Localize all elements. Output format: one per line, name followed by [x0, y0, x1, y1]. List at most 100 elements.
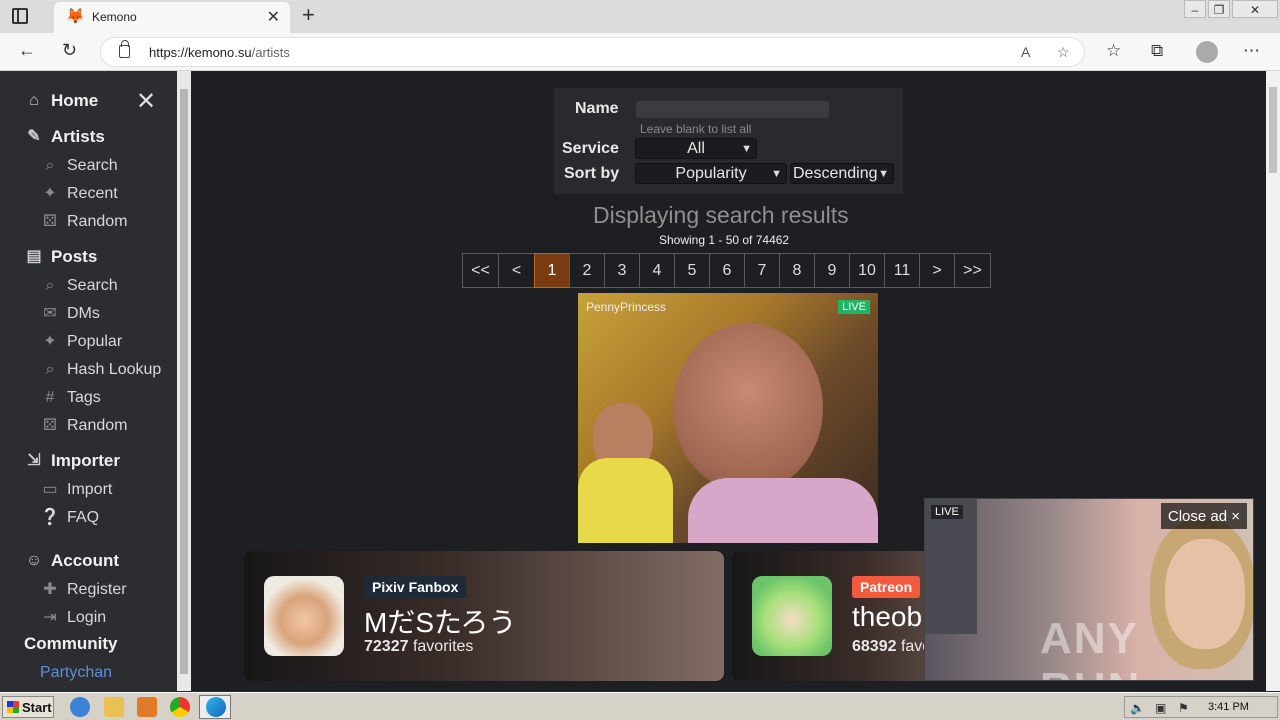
- sidebar-posts-popular[interactable]: ✦ Popular: [40, 330, 122, 354]
- ie-icon[interactable]: [70, 697, 90, 717]
- artist-card[interactable]: Pixiv Fanbox MだSたろう 72327 favorites: [244, 551, 724, 681]
- pagination-page[interactable]: 4: [639, 253, 675, 288]
- sidebar-partychan-link[interactable]: Partychan: [40, 664, 112, 682]
- hash-icon: #: [45, 389, 55, 406]
- pagination-first[interactable]: <<: [462, 253, 499, 288]
- pagination-page[interactable]: 1: [534, 253, 570, 288]
- sidebar-artists[interactable]: ✎ Artists: [24, 125, 105, 149]
- new-tab-icon[interactable]: +: [302, 2, 315, 28]
- pagination: << < 1 2 3 4 5 6 7 8 9 10 11 > >>: [462, 253, 991, 288]
- browser-tab[interactable]: 🦊 Kemono ✕: [54, 2, 290, 33]
- sidebar-close-icon[interactable]: ✕: [136, 90, 156, 114]
- close-icon: ×: [1231, 507, 1240, 525]
- page-scrollbar-thumb[interactable]: [1269, 87, 1277, 173]
- sidebar-artists-search[interactable]: ⌕ Search: [40, 154, 118, 178]
- ad-live-badge: LIVE: [931, 505, 963, 519]
- sidebar-posts[interactable]: ▤ Posts: [24, 245, 97, 269]
- sparkle-icon: ✦: [43, 333, 57, 350]
- sidebar-posts-random[interactable]: ⚄ Random: [40, 414, 127, 438]
- sort-label: Sort by: [564, 165, 620, 182]
- sidebar-posts-dms[interactable]: ✉ DMs: [40, 302, 100, 326]
- sidebar-scrollbar[interactable]: [177, 71, 191, 691]
- floating-video-ad[interactable]: LIVE Close ad × ANY RUN: [924, 498, 1254, 681]
- pagination-page[interactable]: 6: [709, 253, 745, 288]
- sidebar-posts-tags[interactable]: # Tags: [40, 386, 101, 410]
- sidebar-scrollbar-thumb[interactable]: [180, 89, 188, 674]
- media-player-icon[interactable]: [137, 697, 157, 717]
- explorer-icon[interactable]: [104, 697, 124, 717]
- volume-icon[interactable]: 🔈: [1130, 701, 1145, 715]
- artist-avatar: [264, 576, 344, 656]
- window-close-icon[interactable]: ✕: [1232, 0, 1278, 18]
- sidebar-account[interactable]: ☺ Account: [24, 549, 119, 573]
- ad-live-badge: LIVE: [838, 300, 870, 314]
- home-icon: ⌂: [29, 92, 39, 109]
- profile-avatar-icon[interactable]: [1196, 41, 1218, 63]
- order-select[interactable]: Descending ▼: [790, 163, 894, 184]
- pagination-page[interactable]: 11: [884, 253, 920, 288]
- chrome-icon[interactable]: [170, 697, 190, 717]
- minimize-icon[interactable]: –: [1184, 0, 1206, 18]
- artists-icon: ✎: [27, 128, 41, 145]
- ad-image-face: [673, 323, 823, 493]
- sidebar-importer-faq[interactable]: ❔ FAQ: [40, 506, 99, 530]
- sidebar-posts-hash-lookup[interactable]: ⌕ Hash Lookup: [40, 358, 162, 382]
- url-field[interactable]: https://kemono.su/artists A ☆: [100, 37, 1085, 67]
- name-hint: Leave blank to list all: [640, 122, 752, 136]
- pagination-page[interactable]: 9: [814, 253, 850, 288]
- results-title: Displaying search results: [593, 202, 849, 228]
- sidebar-account-login[interactable]: ⇥ Login: [40, 606, 106, 630]
- sidebar-artists-recent[interactable]: ✦ Recent: [40, 182, 117, 206]
- pagination-page[interactable]: 2: [569, 253, 605, 288]
- sidebar-home[interactable]: ⌂ Home: [24, 89, 98, 113]
- pagination-prev[interactable]: <: [498, 253, 535, 288]
- sidebar-importer-import[interactable]: ▭ Import: [40, 478, 112, 502]
- back-icon[interactable]: ←: [18, 40, 36, 61]
- sidebar-account-register[interactable]: ✚ Register: [40, 578, 126, 602]
- edge-taskbar-button[interactable]: [199, 695, 231, 719]
- action-center-flag-icon[interactable]: ⚑: [1178, 701, 1189, 715]
- tab-close-icon[interactable]: ✕: [267, 7, 280, 27]
- refresh-icon[interactable]: ↻: [62, 40, 77, 61]
- pagination-page[interactable]: 7: [744, 253, 780, 288]
- page-scrollbar[interactable]: [1266, 71, 1280, 691]
- sort-select[interactable]: Popularity ▼: [635, 163, 787, 184]
- video-ad-banner[interactable]: PennyPrincess LIVE: [578, 293, 878, 543]
- name-input[interactable]: [636, 101, 829, 118]
- pagination-page[interactable]: 10: [849, 253, 885, 288]
- restore-icon[interactable]: ❐: [1208, 0, 1230, 18]
- read-aloud-icon[interactable]: A: [1021, 44, 1030, 60]
- sidebar-posts-search[interactable]: ⌕ Search: [40, 274, 118, 298]
- add-favorite-icon[interactable]: ☆: [1057, 44, 1070, 61]
- collections-icon[interactable]: ⧉: [1151, 41, 1163, 61]
- pagination-page[interactable]: 8: [779, 253, 815, 288]
- chevron-down-icon: ▼: [878, 167, 889, 180]
- sidebar-artists-random[interactable]: ⚄ Random: [40, 210, 127, 234]
- pagination-last[interactable]: >>: [954, 253, 991, 288]
- tab-title: Kemono: [92, 10, 137, 24]
- tab-bar: 🦊 Kemono ✕ + – ❐ ✕: [0, 0, 1280, 33]
- network-icon[interactable]: ▣: [1155, 701, 1166, 715]
- register-icon: ✚: [43, 581, 57, 598]
- sidebar-importer[interactable]: ⇲ Importer: [24, 449, 120, 473]
- artist-name: theob: [852, 601, 923, 632]
- name-label: Name: [575, 100, 619, 117]
- chevron-down-icon: ▼: [771, 167, 782, 180]
- windows-logo-icon: [7, 701, 19, 713]
- taskbar: Start 🔈 ▣ ⚑ 3:41 PM: [0, 692, 1280, 720]
- pagination-next[interactable]: >: [919, 253, 955, 288]
- more-menu-icon[interactable]: ⋯: [1243, 41, 1260, 61]
- artist-name: MだSたろう: [364, 607, 517, 638]
- pagination-page[interactable]: 5: [674, 253, 710, 288]
- close-ad-button[interactable]: Close ad ×: [1160, 503, 1247, 529]
- import-icon: ▭: [42, 481, 58, 498]
- favorites-icon[interactable]: ☆: [1106, 41, 1121, 61]
- ad-username: PennyPrincess: [586, 300, 667, 314]
- tab-actions-icon[interactable]: [12, 8, 28, 24]
- service-select[interactable]: All ▼: [635, 138, 757, 159]
- pagination-page[interactable]: 3: [604, 253, 640, 288]
- start-button[interactable]: Start: [2, 696, 54, 718]
- kemono-favicon-icon: 🦊: [66, 8, 85, 25]
- sidebar-community: Community: [24, 634, 118, 653]
- chevron-down-icon: ▼: [741, 142, 752, 155]
